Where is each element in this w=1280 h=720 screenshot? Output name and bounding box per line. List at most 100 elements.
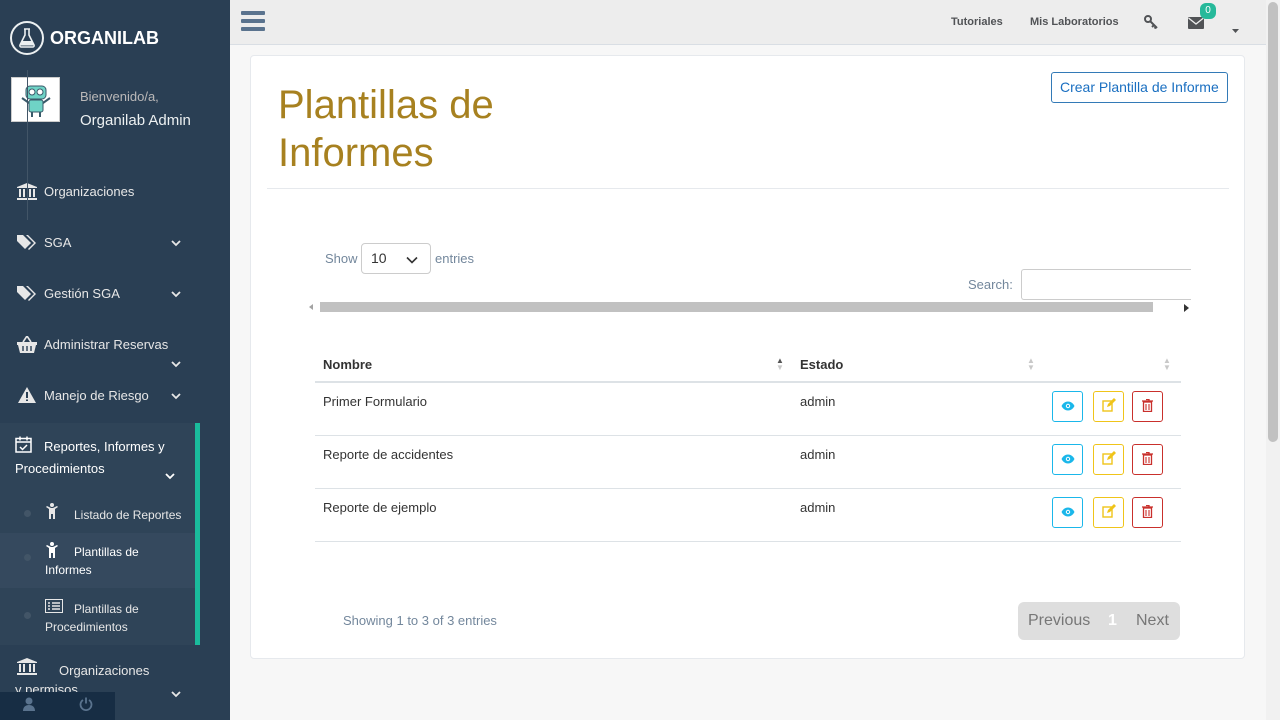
submenu-dot <box>24 554 31 561</box>
envelope-icon[interactable] <box>1188 16 1204 34</box>
sort-icon[interactable]: ▲ ▼ <box>1027 357 1035 372</box>
table-row: Reporte de ejemplo admin <box>315 489 1181 542</box>
search-input[interactable] <box>1021 269 1191 300</box>
flask-icon <box>10 21 44 55</box>
nav-link-mis-laboratorios[interactable]: Mis Laboratorios <box>1030 16 1119 28</box>
sidebar-item-manejo-de-riesgo[interactable]: Manejo de Riesgo <box>0 375 195 415</box>
pagination-next[interactable]: Next <box>1136 612 1169 630</box>
cell-estado: admin <box>800 447 836 462</box>
edit-button[interactable] <box>1093 497 1124 528</box>
app-name: ORGANILAB <box>50 27 159 48</box>
column-header-nombre[interactable]: Nombre <box>323 357 372 372</box>
avatar <box>11 77 60 122</box>
calendar-check-icon <box>15 436 32 459</box>
edit-button[interactable] <box>1093 444 1124 475</box>
sidebar-item-label: Reportes, Informes y Procedimientos <box>15 439 165 476</box>
page-title: Plantillas de Informes <box>278 83 494 175</box>
cell-nombre: Reporte de accidentes <box>323 447 454 462</box>
table-row: Reporte de accidentes admin <box>315 436 1181 489</box>
chevron-down-icon <box>171 388 181 403</box>
sidebar-item-gestion-sga[interactable]: Gestión SGA <box>0 273 195 313</box>
edit-button[interactable] <box>1093 391 1124 422</box>
create-template-button[interactable]: Crear Plantilla de Informe <box>1051 72 1228 103</box>
sidebar-item-label: Organizaciones <box>44 183 135 199</box>
sidebar-subitem-label: Plantillas de Informes <box>45 545 139 577</box>
table-row: Primer Formulario admin <box>315 383 1181 436</box>
sidebar-subitem-plantillas-procedimientos[interactable]: Plantillas de Procedimientos <box>0 590 195 645</box>
sidebar-item-label: Gestión SGA <box>44 285 120 301</box>
pagination: Previous 1 Next <box>1018 602 1180 640</box>
eye-icon <box>1061 399 1075 414</box>
divider <box>267 188 1229 189</box>
basket-icon <box>16 335 38 353</box>
power-icon <box>79 697 93 716</box>
tags-icon <box>16 234 38 250</box>
scroll-left-icon[interactable] <box>309 304 313 310</box>
chevron-down-icon <box>406 245 418 274</box>
sidebar-footer <box>0 692 115 720</box>
cell-nombre: Primer Formulario <box>323 394 428 409</box>
page-scrollbar[interactable] <box>1266 0 1280 720</box>
delete-button[interactable] <box>1132 497 1163 528</box>
submenu-line <box>27 70 28 220</box>
sidebar-item-organizaciones[interactable]: Organizaciones <box>0 171 195 211</box>
sidebar-subitem-label: Plantillas de Procedimientos <box>45 602 139 634</box>
view-button[interactable] <box>1052 444 1083 475</box>
pagination-page[interactable]: 1 <box>1108 612 1117 630</box>
scrollbar-thumb[interactable] <box>320 302 1153 312</box>
chevron-down-icon <box>171 286 181 301</box>
key-icon[interactable] <box>1144 15 1158 34</box>
user-name: Organilab Admin <box>80 112 191 129</box>
chevron-down-icon <box>171 356 181 371</box>
trash-icon <box>1142 504 1153 521</box>
table-header: Nombre ▲ ▼ Estado ▲ ▼ ▲ ▼ <box>315 346 1181 383</box>
view-button[interactable] <box>1052 391 1083 422</box>
chevron-down-icon <box>165 466 175 486</box>
nav-link-tutoriales[interactable]: Tutoriales <box>951 16 1003 28</box>
logout-button[interactable] <box>57 692 114 720</box>
sidebar-subitem-listado-reportes[interactable]: Listado de Reportes <box>0 493 195 531</box>
sidebar-item-organizaciones-permisos[interactable]: Organizaciones y permisos <box>0 656 195 698</box>
sidebar-item-sga[interactable]: SGA <box>0 222 195 262</box>
page-length-select[interactable]: 10 <box>361 243 431 274</box>
brand[interactable]: ORGANILAB <box>10 20 159 56</box>
scrollbar-thumb[interactable] <box>1268 2 1278 442</box>
show-label: Show <box>325 251 358 266</box>
edit-icon <box>1101 398 1116 415</box>
scroll-right-icon[interactable] <box>1184 304 1189 312</box>
sidebar-subitem-label: Listado de Reportes <box>74 508 182 522</box>
delete-button[interactable] <box>1132 444 1163 475</box>
person-icon <box>45 503 59 522</box>
profile-button[interactable] <box>0 692 57 720</box>
submenu-dot <box>24 612 31 619</box>
menu-toggle-icon[interactable] <box>241 11 265 31</box>
column-header-estado[interactable]: Estado <box>800 357 843 372</box>
sort-icon[interactable]: ▲ ▼ <box>1163 357 1171 372</box>
submenu-dot <box>24 510 31 517</box>
chevron-down-icon <box>171 686 181 701</box>
content-panel: Plantillas de Informes Crear Plantilla d… <box>250 55 1245 659</box>
search-label: Search: <box>968 277 1013 292</box>
sort-asc-icon[interactable]: ▲ ▼ <box>776 357 784 372</box>
sidebar: ORGANILAB Bienvenido/a, Organilab Admin … <box>0 0 230 720</box>
sidebar-item-label: SGA <box>44 234 72 250</box>
edit-icon <box>1101 504 1116 521</box>
sidebar-item-administrar-reservas[interactable]: Administrar Reservas <box>0 324 195 368</box>
table-horizontal-scrollbar[interactable] <box>309 301 1191 313</box>
cell-estado: admin <box>800 394 836 409</box>
pagination-previous[interactable]: Previous <box>1028 612 1090 630</box>
cell-nombre: Reporte de ejemplo <box>323 500 437 515</box>
view-button[interactable] <box>1052 497 1083 528</box>
messages-badge: 0 <box>1200 3 1216 19</box>
chevron-down-icon <box>171 235 181 250</box>
table-info: Showing 1 to 3 of 3 entries <box>343 613 497 628</box>
sidebar-item-label: Manejo de Riesgo <box>44 387 149 403</box>
page-length-value: 10 <box>371 250 387 266</box>
sidebar-item-reportes[interactable]: Reportes, Informes y Procedimientos <box>15 436 185 480</box>
entries-label: entries <box>435 251 475 266</box>
trash-icon <box>1142 398 1153 415</box>
sidebar-subitem-plantillas-informes[interactable]: Plantillas de Informes <box>0 533 195 588</box>
caret-down-icon[interactable] <box>1232 20 1239 38</box>
delete-button[interactable] <box>1132 391 1163 422</box>
profile: Bienvenido/a, Organilab Admin <box>11 77 191 129</box>
